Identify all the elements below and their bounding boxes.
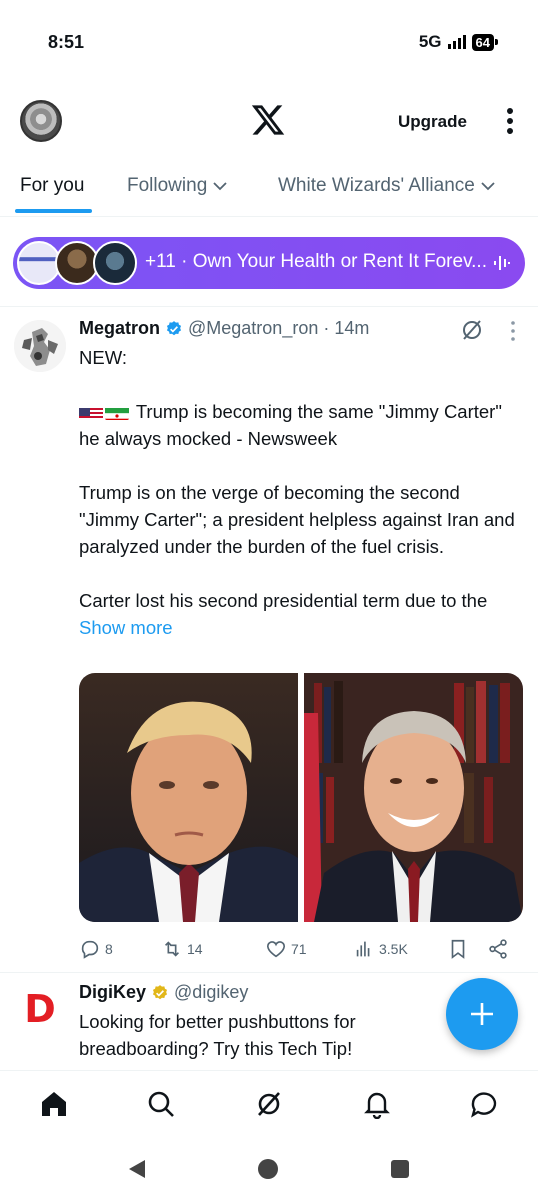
like-button[interactable]: 71: [265, 938, 307, 960]
robot-avatar-icon: [14, 320, 66, 372]
profile-avatar[interactable]: [20, 100, 62, 142]
digikey-logo-icon[interactable]: D: [22, 988, 58, 1028]
analytics-icon: [356, 941, 370, 957]
reply-button[interactable]: 8: [79, 938, 113, 960]
tab-label: Following: [127, 175, 208, 196]
compose-button[interactable]: [446, 978, 518, 1050]
share-button[interactable]: [487, 938, 509, 960]
bookmark-icon: [451, 939, 465, 959]
post-text: NEW: Trump is becoming the same "Jimmy C…: [79, 344, 519, 641]
post-text: Looking for better pushbuttons for bread…: [79, 1011, 356, 1059]
post-line: Trump is becoming the same "Jimmy Carter…: [79, 401, 502, 449]
back-icon[interactable]: [126, 1158, 148, 1180]
svg-text:D: D: [24, 988, 56, 1028]
share-icon: [489, 939, 507, 959]
system-navigation-bar: [0, 1140, 538, 1200]
avatar[interactable]: [14, 320, 66, 372]
chevron-down-icon: [481, 182, 495, 191]
like-count: 71: [291, 941, 307, 957]
messages-icon[interactable]: [469, 1089, 499, 1119]
top-bar: Upgrade: [0, 96, 538, 148]
repost-icon: [164, 941, 180, 957]
status-bar: 8:51 5G 64: [0, 0, 538, 80]
post-line: Carter lost his second presidential term…: [79, 587, 519, 641]
tab-label: For you: [20, 175, 85, 196]
verified-badge-icon: [166, 320, 182, 335]
notifications-bell-icon[interactable]: [362, 1089, 392, 1119]
active-tab-indicator: [15, 209, 92, 213]
post-header: Megatron @Megatron_ron · 14m: [79, 318, 369, 339]
divider: [0, 306, 538, 307]
more-options-icon[interactable]: [500, 106, 520, 136]
reply-count: 8: [105, 941, 113, 957]
heart-icon: [266, 941, 286, 958]
media-image-right[interactable]: [304, 673, 523, 922]
author-handle[interactable]: @Megatron_ron: [188, 318, 318, 339]
view-count: 3.5K: [379, 941, 408, 957]
bookmark-button[interactable]: [447, 938, 469, 960]
battery-icon: 64: [471, 33, 499, 51]
timeline-tabs: For you Following White Wizards' Allianc…: [0, 165, 538, 217]
post-line-text: Carter lost his second presidential term…: [79, 590, 488, 611]
tab-label: White Wizards' Alliance: [278, 175, 475, 196]
bottom-navigation: [0, 1070, 538, 1140]
plus-icon: [471, 1003, 493, 1025]
avatar: [93, 241, 137, 285]
post-actions: 8 14 71 3.5K: [79, 938, 519, 962]
recents-icon[interactable]: [389, 1158, 411, 1180]
post-media[interactable]: [79, 673, 523, 922]
grok-icon[interactable]: [460, 318, 484, 342]
author-name[interactable]: DigiKey: [79, 982, 146, 1003]
post-header: DigiKey @digikey: [79, 982, 248, 1003]
post-line-with-flags: Trump is becoming the same "Jimmy Carter…: [79, 398, 519, 452]
gold-verified-badge-icon: [152, 984, 168, 999]
iran-flag-icon: [105, 404, 129, 420]
repost-count: 14: [187, 941, 203, 957]
x-logo-icon: [251, 105, 285, 135]
tab-white-wizards-alliance[interactable]: White Wizards' Alliance: [278, 175, 495, 197]
network-label: 5G: [418, 32, 442, 51]
audio-wave-icon: [494, 256, 510, 270]
show-more-link[interactable]: Show more: [79, 617, 173, 638]
space-host-avatars: [17, 241, 141, 285]
us-flag-icon: [79, 404, 103, 420]
grok-icon[interactable]: [254, 1089, 284, 1119]
repost-button[interactable]: 14: [161, 938, 203, 960]
home-circle-icon[interactable]: [257, 1158, 279, 1180]
search-icon[interactable]: [146, 1089, 176, 1119]
reply-icon: [81, 940, 99, 959]
post-time: · 14m: [323, 318, 370, 338]
upgrade-button[interactable]: Upgrade: [398, 112, 467, 132]
tab-for-you[interactable]: For you: [20, 175, 84, 197]
author-name[interactable]: Megatron: [79, 318, 160, 339]
signal-icon: [447, 35, 466, 49]
author-handle[interactable]: @digikey: [174, 982, 248, 1003]
post-line: Trump is on the verge of becoming the se…: [79, 482, 515, 557]
home-icon[interactable]: [39, 1089, 69, 1119]
status-time: 8:51: [48, 32, 85, 52]
tab-following[interactable]: Following: [127, 175, 227, 197]
media-image-left[interactable]: [79, 673, 298, 922]
space-title: +11 · Own Your Health or Rent It Forev..…: [145, 251, 487, 272]
chevron-down-icon: [213, 182, 227, 191]
live-space-banner[interactable]: +11 · Own Your Health or Rent It Forev..…: [13, 237, 525, 289]
more-options-icon[interactable]: [508, 320, 518, 342]
views-button[interactable]: 3.5K: [353, 938, 408, 960]
post-line: NEW:: [79, 347, 127, 368]
status-indicators: 5G 64: [418, 32, 499, 52]
